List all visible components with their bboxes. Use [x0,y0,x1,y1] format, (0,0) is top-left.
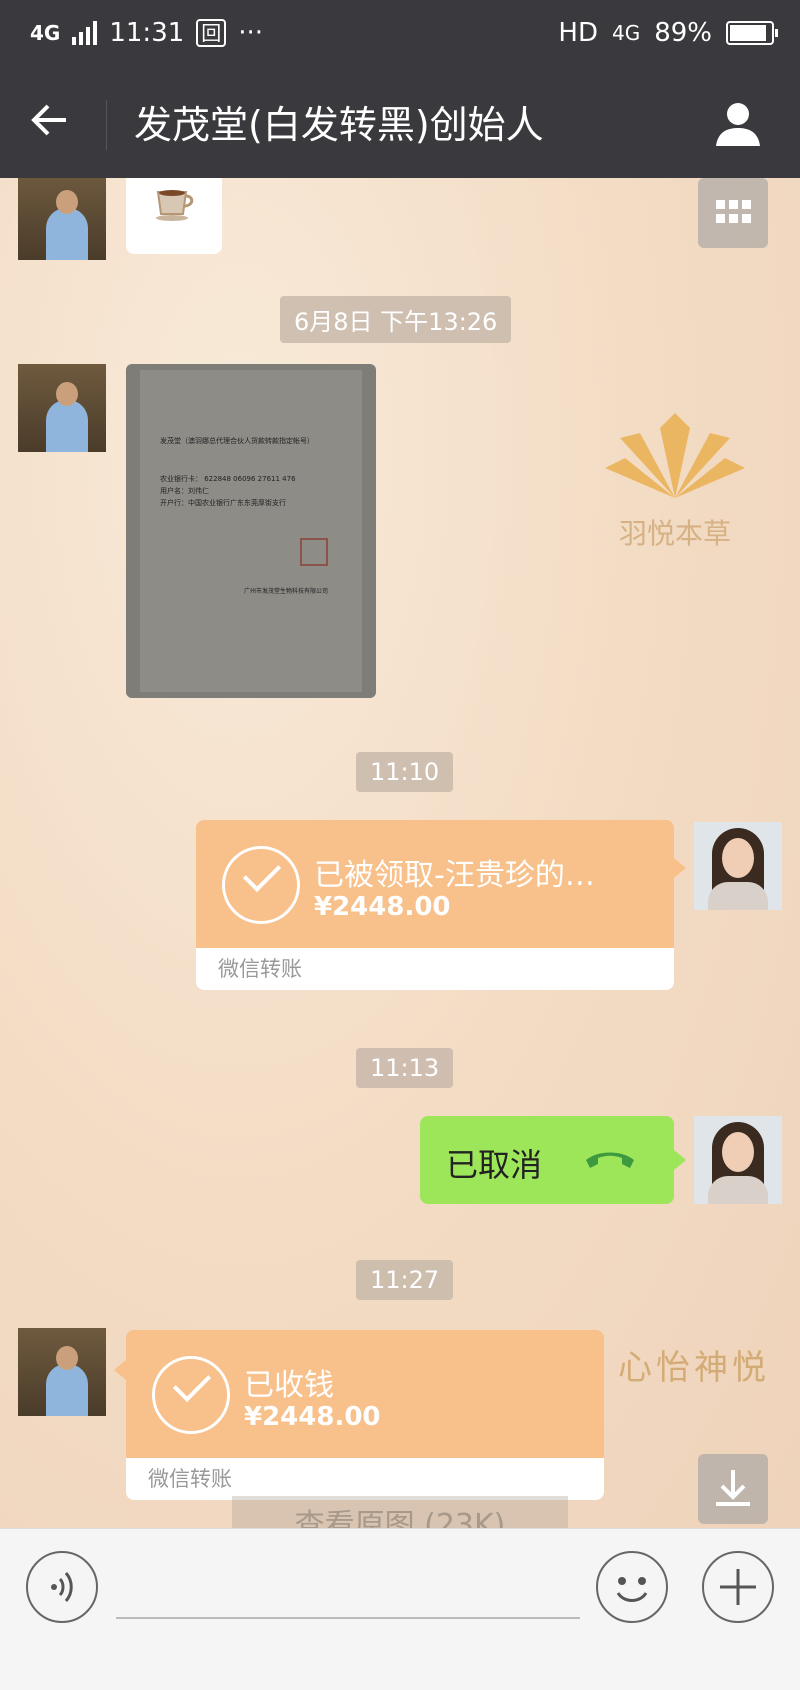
back-arrow-icon[interactable] [30,96,70,152]
network-label-2: 4G [611,21,641,45]
bubble-tail [674,1150,686,1170]
transfer-amount: ¥2448.00 [314,892,451,922]
contact-avatar[interactable] [18,1328,106,1416]
cup-message[interactable] [126,178,222,254]
transfer-type-label: 微信转账 [126,1458,604,1500]
timestamp: 11:13 [356,1048,454,1088]
battery-icon [726,21,778,45]
my-avatar[interactable] [694,822,782,910]
doc-line-3: 用户名：刘伟仁 [160,487,209,495]
doc-line-2: 农业银行卡： 622848 06096 27611 476 [160,475,296,483]
document-stamp [300,538,328,566]
voice-icon [51,1572,73,1602]
coffee-cup-icon [154,182,196,226]
lotus-logo-icon [605,413,745,498]
emoji-button[interactable] [596,1551,668,1623]
transfer-status: 已收钱 [244,1368,334,1403]
my-avatar[interactable] [694,1116,782,1204]
checkmark-circle-icon [152,1356,230,1434]
voice-input-button[interactable] [26,1551,98,1623]
call-message[interactable]: 已取消 [420,1116,674,1204]
bank-account-image[interactable]: 发茂堂（澳羽娜总代理合伙人货款转款指定帐号） 农业银行卡： 622848 060… [126,364,376,698]
more-options-button[interactable] [702,1551,774,1623]
timestamp: 11:27 [356,1260,454,1300]
checkmark-circle-icon [222,846,300,924]
phone-hangup-icon [582,1142,638,1186]
hd-label: HD [558,18,598,48]
smiley-icon [616,1577,648,1602]
transfer-card-top: 已被领取-汪贵珍的… ¥2448.00 [196,820,674,948]
chat-header: 发茂堂(白发转黑)创始人 [0,72,800,178]
bubble-tail [114,1360,126,1380]
notification-icon: 回 [196,19,227,47]
download-icon [716,1470,750,1506]
view-original-button[interactable]: 查看原图 (23K) [232,1496,568,1528]
transfer-message-sent[interactable]: 已被领取-汪贵珍的… ¥2448.00 微信转账 [196,820,674,990]
chat-title: 发茂堂(白发转黑)创始人 [134,103,544,147]
transfer-status: 已被领取-汪贵珍的… [314,858,595,893]
plus-icon [720,1569,756,1605]
timestamp: 6月8日 下午13:26 [280,296,512,343]
transfer-message-received[interactable]: 已收钱 ¥2448.00 微信转账 [126,1330,604,1500]
call-status-text: 已取消 [446,1146,543,1184]
transfer-type-label: 微信转账 [196,948,674,990]
contact-avatar[interactable] [18,178,106,260]
more-dots: ··· [238,18,264,48]
battery-fill [730,25,766,41]
grid-icon [716,200,751,223]
doc-line-4: 开户行：中国农业银行广东东莞厚街支行 [160,499,286,507]
document-paper: 发茂堂（澳羽娜总代理合伙人货款转款指定帐号） 农业银行卡： 622848 060… [140,370,362,692]
doc-line-1: 发茂堂（澳羽娜总代理合伙人货款转款指定帐号） [160,437,314,445]
status-bar: 4G 11:31 回 ··· HD 4G 89% [0,0,800,72]
header-divider [106,100,107,150]
battery-percent: 89% [654,18,712,48]
doc-line-5: 广州市发茂堂生物科技有限公司 [244,588,329,595]
person-icon[interactable] [714,100,762,148]
slogan-watermark: 心怡神悦 [618,1348,770,1388]
bubble-tail [674,858,686,878]
brand-watermark-text: 羽悦本草 [618,517,731,550]
more-apps-button[interactable] [698,178,768,248]
brand-watermark: 羽悦本草 [590,408,760,552]
chat-area[interactable]: 羽悦本草 心怡神悦 6月8日 下午13:26 发茂堂（澳羽娜总代理合伙人货款转款… [0,178,800,1528]
transfer-card-top: 已收钱 ¥2448.00 [126,1330,604,1458]
transfer-amount: ¥2448.00 [244,1402,381,1432]
clock: 11:31 [109,18,185,48]
contact-avatar[interactable] [18,364,106,452]
message-input[interactable] [116,1617,580,1619]
signal-icon [72,21,98,45]
network-label: 4G [30,21,61,45]
timestamp: 11:10 [356,752,454,792]
download-button[interactable] [698,1454,768,1524]
input-toolbar [0,1528,800,1690]
